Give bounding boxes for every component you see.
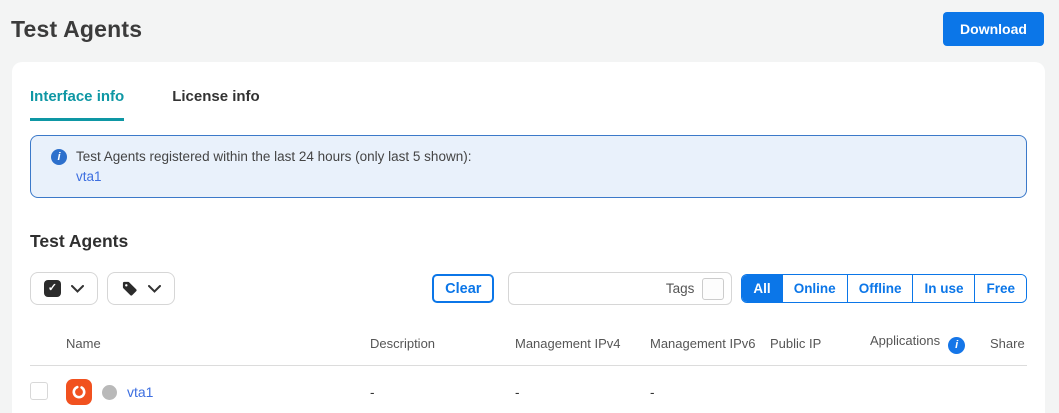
info-banner: i Test Agents registered within the last… <box>30 135 1027 198</box>
column-header-description[interactable]: Description <box>370 333 515 366</box>
tab-bar: Interface info License info <box>30 88 1027 121</box>
tab-interface-info[interactable]: Interface info <box>30 88 125 121</box>
clear-button[interactable]: Clear <box>432 274 495 303</box>
column-header-applications[interactable]: Applications i <box>870 333 990 366</box>
status-filter-group: All Online Offline In use Free <box>741 274 1027 303</box>
filter-offline[interactable]: Offline <box>846 275 913 302</box>
column-header-public-ip[interactable]: Public IP <box>770 333 870 366</box>
tags-checkbox[interactable] <box>702 277 725 300</box>
tab-license-info[interactable]: License info <box>172 88 260 121</box>
banner-text: Test Agents registered within the last 2… <box>76 147 471 187</box>
test-agents-table: Name Description Management IPv4 Managem… <box>30 333 1027 413</box>
page-title: Test Agents <box>11 15 143 42</box>
toolbar: ✓ Clear Tags All Online Offline In use F… <box>30 272 1027 305</box>
filter-free[interactable]: Free <box>974 275 1026 302</box>
chevron-down-icon <box>71 284 84 293</box>
agent-name-cell: vta1 <box>66 379 370 405</box>
cell-applications <box>870 365 990 413</box>
test-agents-page: Test Agents Download Interface info Lice… <box>0 0 1059 413</box>
column-header-share[interactable]: Share <box>990 333 1027 366</box>
column-header-management-ipv4[interactable]: Management IPv4 <box>515 333 650 366</box>
content-card: Interface info License info i Test Agent… <box>12 62 1045 413</box>
filter-all[interactable]: All <box>742 275 782 302</box>
header-checkbox-spacer <box>30 333 66 366</box>
row-checkbox[interactable] <box>30 381 48 400</box>
tags-input[interactable] <box>519 281 666 296</box>
status-offline-icon <box>102 384 117 400</box>
cell-description: - <box>370 365 515 413</box>
column-header-name[interactable]: Name <box>66 333 370 366</box>
tags-dropdown[interactable] <box>107 272 175 305</box>
virtual-agent-icon <box>66 379 92 405</box>
cell-share <box>990 365 1027 413</box>
cell-management-ipv6: - <box>650 365 770 413</box>
banner-message: Test Agents registered within the last 2… <box>76 149 472 164</box>
cell-public-ip <box>770 365 870 413</box>
tags-label: Tags <box>665 281 695 296</box>
filter-in-use[interactable]: In use <box>912 275 975 302</box>
checkbox-checked-icon: ✓ <box>44 280 61 297</box>
chevron-down-icon <box>148 284 161 293</box>
table-header-row: Name Description Management IPv4 Managem… <box>30 333 1027 366</box>
bulk-select-dropdown[interactable]: ✓ <box>30 272 98 305</box>
cell-management-ipv4: - <box>515 365 650 413</box>
tags-filter-box: Tags <box>508 272 733 305</box>
banner-agent-link[interactable]: vta1 <box>76 167 102 187</box>
table-row: vta1 - - - <box>30 365 1027 413</box>
applications-info-icon[interactable]: i <box>948 337 966 354</box>
page-header: Test Agents Download <box>0 0 1059 58</box>
download-button[interactable]: Download <box>943 12 1044 46</box>
agent-link[interactable]: vta1 <box>127 384 153 400</box>
info-icon: i <box>51 149 67 165</box>
section-title: Test Agents <box>30 231 129 251</box>
column-header-management-ipv6[interactable]: Management IPv6 <box>650 333 770 366</box>
filter-online[interactable]: Online <box>781 275 847 302</box>
tags-icon <box>122 281 137 296</box>
